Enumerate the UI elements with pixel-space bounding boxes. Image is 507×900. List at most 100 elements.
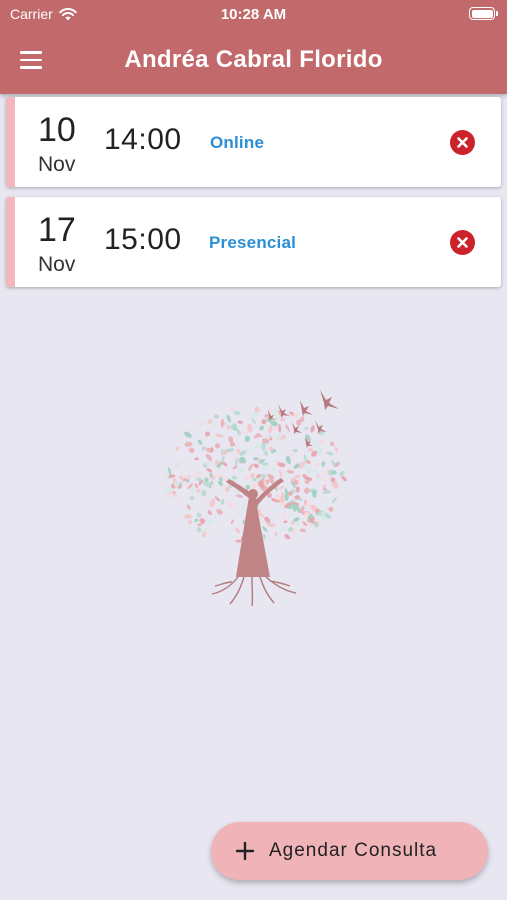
leaf <box>198 421 204 426</box>
leaf <box>237 420 243 424</box>
leaf <box>206 468 213 473</box>
leaf <box>295 486 300 493</box>
leaf <box>246 423 253 433</box>
leaf <box>284 493 289 501</box>
appointment-mode: Presencial <box>209 233 297 252</box>
leaf <box>189 495 195 501</box>
leaf <box>292 448 298 453</box>
leaf <box>250 473 256 479</box>
leaf <box>198 439 203 445</box>
leaf <box>274 531 278 537</box>
leaf <box>216 508 223 515</box>
leaf <box>220 418 225 428</box>
appointment-mode: Online <box>210 133 265 152</box>
cancel-appointment-button[interactable] <box>450 230 475 255</box>
leaf <box>221 455 225 463</box>
leaf <box>279 527 284 532</box>
leaf <box>245 484 251 490</box>
status-bar: Carrier 10:28 AM <box>0 0 507 30</box>
leaf <box>250 445 257 451</box>
leaf <box>225 424 231 430</box>
schedule-appointment-button[interactable]: Agendar Consulta <box>211 822 488 880</box>
leaf <box>201 489 207 497</box>
schedule-appointment-label: Agendar Consulta <box>269 840 438 861</box>
leaf <box>299 528 306 533</box>
leaf <box>329 441 335 447</box>
appointment-card[interactable]: 10 Nov 14:00 Online <box>6 97 501 187</box>
leaf <box>193 471 201 478</box>
leaf <box>326 451 334 456</box>
leaf <box>283 520 288 524</box>
leaf <box>232 465 238 470</box>
leaf <box>252 412 259 418</box>
leaf <box>284 534 291 540</box>
leaf <box>241 505 246 510</box>
leaf <box>184 441 193 447</box>
leaf <box>184 431 192 438</box>
leaf <box>186 504 191 510</box>
leaf <box>268 425 273 434</box>
plus-icon <box>235 841 255 861</box>
leaf <box>244 475 249 481</box>
tree-roots <box>211 576 297 607</box>
leaf <box>195 488 201 494</box>
leaf <box>231 475 238 480</box>
leaf <box>279 417 286 422</box>
leaf <box>225 486 230 492</box>
leaf <box>259 425 264 431</box>
appointment-day: 10 <box>38 111 76 149</box>
leaf <box>214 414 219 419</box>
leaf <box>237 467 244 473</box>
leaf <box>196 512 202 518</box>
leaf <box>282 514 287 519</box>
tree-logo <box>165 390 347 607</box>
leaf <box>251 418 256 424</box>
leaf <box>215 433 224 438</box>
appointment-month: Nov <box>38 253 76 276</box>
leaf <box>187 520 193 525</box>
leaf <box>175 446 179 451</box>
leaf <box>319 440 325 445</box>
leaf <box>233 411 241 416</box>
leaf <box>317 447 323 456</box>
leaf <box>310 425 315 433</box>
leaf <box>315 462 320 467</box>
leaf <box>201 446 206 451</box>
appointment-card[interactable]: 17 Nov 15:00 Presencial <box>6 197 501 287</box>
leaf <box>279 486 284 490</box>
cancel-icon <box>457 137 468 148</box>
leaf <box>322 476 327 483</box>
status-time: 10:28 AM <box>220 6 287 23</box>
leaf <box>302 521 307 526</box>
leaf <box>272 408 278 416</box>
card-accent-stripe <box>6 97 15 187</box>
leaf <box>207 510 212 515</box>
leaf <box>334 446 339 453</box>
leaf <box>235 539 242 543</box>
leaf <box>278 469 283 478</box>
leaf <box>214 443 221 449</box>
leaf <box>209 498 216 508</box>
battery-icon <box>469 7 498 20</box>
leaf <box>175 461 182 468</box>
cancel-icon <box>457 237 468 248</box>
app-bar: Carrier 10:28 AM Andréa Cabral Florido <box>0 0 507 94</box>
leaf <box>234 527 241 534</box>
leaf <box>194 483 199 489</box>
page-title: Andréa Cabral Florido <box>124 46 383 73</box>
leaf <box>270 467 276 473</box>
card-accent-stripe <box>6 197 15 287</box>
leaf <box>331 497 337 504</box>
leaf <box>307 447 313 452</box>
leaf <box>321 461 325 467</box>
cancel-appointment-button[interactable] <box>450 130 475 155</box>
leaf <box>244 436 251 442</box>
leaf <box>226 414 231 423</box>
leaf <box>306 467 312 476</box>
leaf <box>278 423 282 433</box>
leaf <box>220 499 225 505</box>
leaf <box>261 419 267 425</box>
leaf <box>194 518 199 523</box>
leaf <box>261 473 266 480</box>
leaf <box>254 406 260 413</box>
